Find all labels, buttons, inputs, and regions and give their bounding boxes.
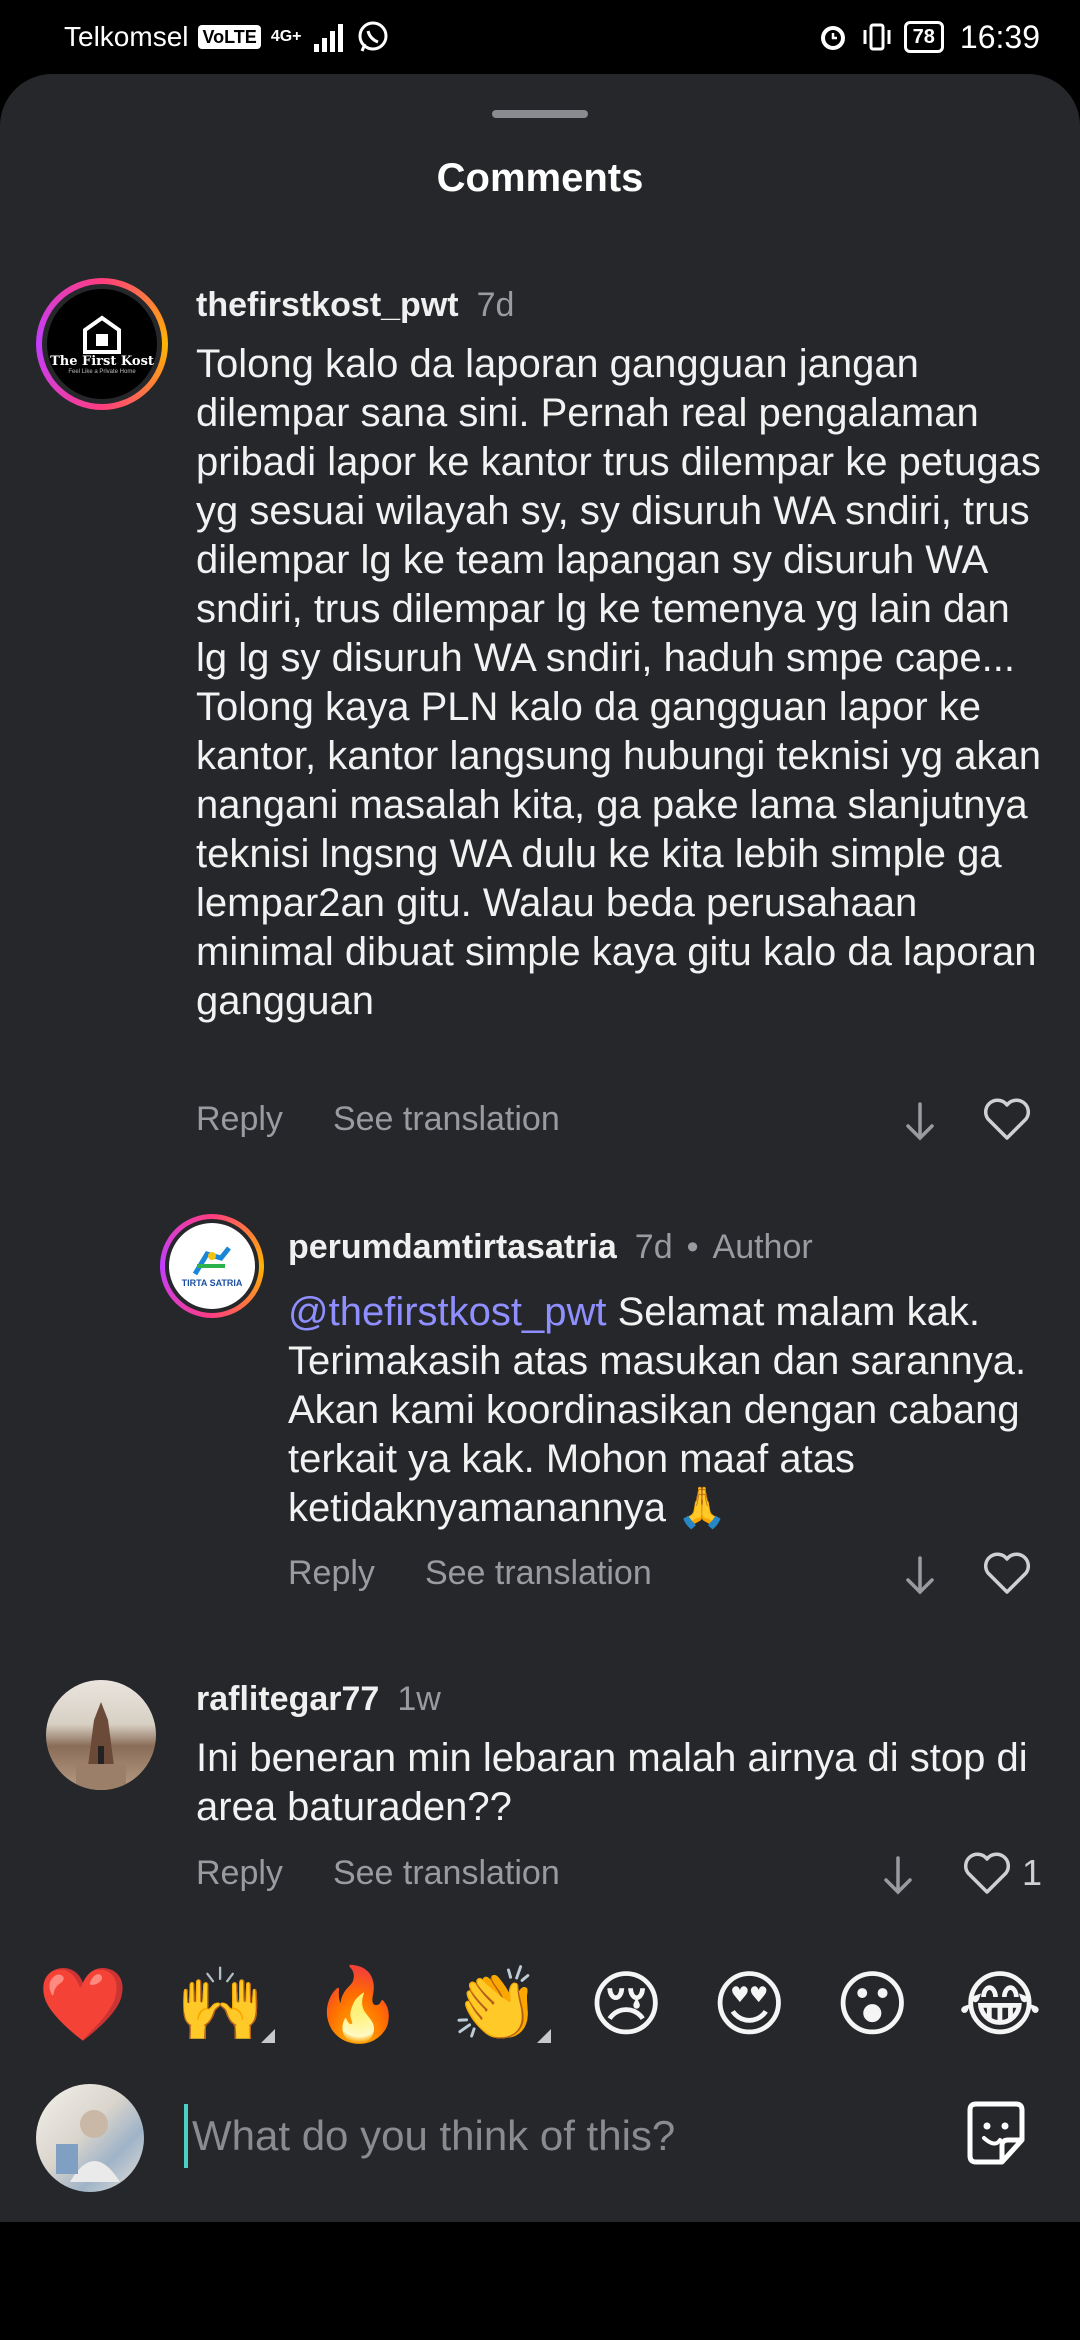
carrier-label: Telkomsel bbox=[64, 21, 189, 52]
comment-input-bar bbox=[0, 2070, 1080, 2220]
comment-actions: Reply See translation bbox=[196, 1854, 610, 1893]
emoji-clapping-glyph: 👏 bbox=[450, 1965, 541, 2045]
author-badge: Author bbox=[712, 1228, 813, 1266]
avatar[interactable]: TIRTA SATRIA bbox=[160, 1214, 264, 1318]
navigation-bar-area bbox=[0, 2222, 1080, 2340]
comment-header: perumdamtirtasatria 7d • Author bbox=[288, 1228, 813, 1267]
emoji-clapping[interactable]: 👏 bbox=[451, 1969, 551, 2043]
temple-photo-icon bbox=[76, 1702, 126, 1790]
comment-header: thefirstkost_pwt 7d bbox=[196, 286, 514, 325]
variant-indicator-icon bbox=[536, 2029, 551, 2043]
house-logo-icon bbox=[83, 315, 121, 354]
see-translation-button[interactable]: See translation bbox=[333, 1100, 560, 1138]
emoji-raised-hands[interactable]: 🙌 bbox=[176, 1969, 276, 2043]
reply-button[interactable]: Reply bbox=[196, 1100, 283, 1138]
heart-outline-icon[interactable] bbox=[962, 1850, 1012, 1896]
username[interactable]: raflitegar77 bbox=[196, 1680, 379, 1718]
comment-text: @thefirstkost_pwt Selamat malam kak. Ter… bbox=[288, 1288, 1048, 1533]
arrow-down-icon[interactable] bbox=[878, 1854, 918, 1898]
sticker-icon[interactable] bbox=[958, 2096, 1034, 2172]
like-count: 1 bbox=[1022, 1852, 1043, 1893]
username[interactable]: thefirstkost_pwt bbox=[196, 286, 459, 324]
emoji-surprised[interactable]: 😮 bbox=[835, 1969, 910, 2041]
emoji-fire[interactable]: 🔥 bbox=[313, 1969, 403, 2041]
comment-header: raflitegar77 1w bbox=[196, 1680, 441, 1719]
user-photo-icon bbox=[56, 2110, 120, 2182]
alarm-icon bbox=[820, 26, 845, 50]
comment-time: 1w bbox=[397, 1680, 441, 1718]
emoji-heart-eyes[interactable]: 😍 bbox=[712, 1969, 787, 2041]
comments-sheet: Comments The First Kost Feel Like a Priv… bbox=[0, 74, 1080, 2222]
comment-actions: Reply See translation bbox=[288, 1554, 702, 1593]
arrow-down-icon[interactable] bbox=[900, 1100, 940, 1144]
reply-button[interactable]: Reply bbox=[196, 1854, 283, 1892]
emoji-raised-hands-glyph: 🙌 bbox=[175, 1965, 266, 2045]
comment-actions: Reply See translation bbox=[196, 1100, 610, 1139]
avatar-brand-text: The First Kost bbox=[50, 353, 154, 369]
arrow-down-icon[interactable] bbox=[900, 1554, 940, 1598]
comment-time: 7d bbox=[476, 286, 515, 324]
heart-outline-icon[interactable] bbox=[982, 1096, 1032, 1142]
current-user-avatar bbox=[36, 2084, 144, 2192]
emoji-quick-bar: ❤️ 🙌 🔥 👏 😢 😍 😮 😂 bbox=[0, 1950, 1080, 2060]
separator-dot: • bbox=[686, 1228, 699, 1266]
signal-icon bbox=[313, 24, 343, 52]
avatar-brand-text: TIRTA SATRIA bbox=[181, 1278, 243, 1288]
emoji-crying[interactable]: 😢 bbox=[589, 1969, 664, 2041]
vibrate-icon bbox=[863, 23, 891, 51]
avatar[interactable]: The First Kost Feel Like a Private Home bbox=[36, 278, 168, 410]
whatsapp-icon bbox=[358, 21, 387, 52]
volte-badge: VoLTE bbox=[198, 25, 261, 49]
network-type: 4G+ bbox=[270, 28, 302, 45]
water-logo-icon bbox=[192, 1246, 231, 1276]
drag-handle[interactable] bbox=[492, 110, 588, 118]
emoji-laughing[interactable]: 😂 bbox=[958, 1969, 1042, 2041]
comment-text: Ini beneran min lebaran malah airnya di … bbox=[196, 1736, 1028, 1829]
comment-text: Tolong kalo da laporan gangguan jangan d… bbox=[196, 342, 1042, 1023]
avatar[interactable] bbox=[46, 1680, 156, 1790]
comment-time: 7d bbox=[634, 1228, 673, 1266]
variant-indicator-icon bbox=[261, 2029, 276, 2043]
see-translation-button[interactable]: See translation bbox=[425, 1554, 652, 1592]
reply-button[interactable]: Reply bbox=[288, 1554, 375, 1592]
comment-input[interactable] bbox=[184, 2104, 924, 2168]
sheet-title: Comments bbox=[436, 156, 644, 200]
clock: 16:39 bbox=[959, 18, 1040, 55]
status-bar: Telkomsel VoLTE 4G+ 78 16:39 bbox=[0, 0, 1080, 74]
heart-outline-icon[interactable] bbox=[982, 1550, 1032, 1596]
battery-indicator: 78 bbox=[903, 21, 944, 53]
emoji-heart[interactable]: ❤️ bbox=[38, 1969, 128, 2041]
avatar-brand-subtext: Feel Like a Private Home bbox=[68, 368, 136, 375]
username[interactable]: perumdamtirtasatria bbox=[288, 1228, 617, 1266]
mention-link[interactable]: @thefirstkost_pwt bbox=[288, 1290, 607, 1334]
see-translation-button[interactable]: See translation bbox=[333, 1854, 560, 1892]
